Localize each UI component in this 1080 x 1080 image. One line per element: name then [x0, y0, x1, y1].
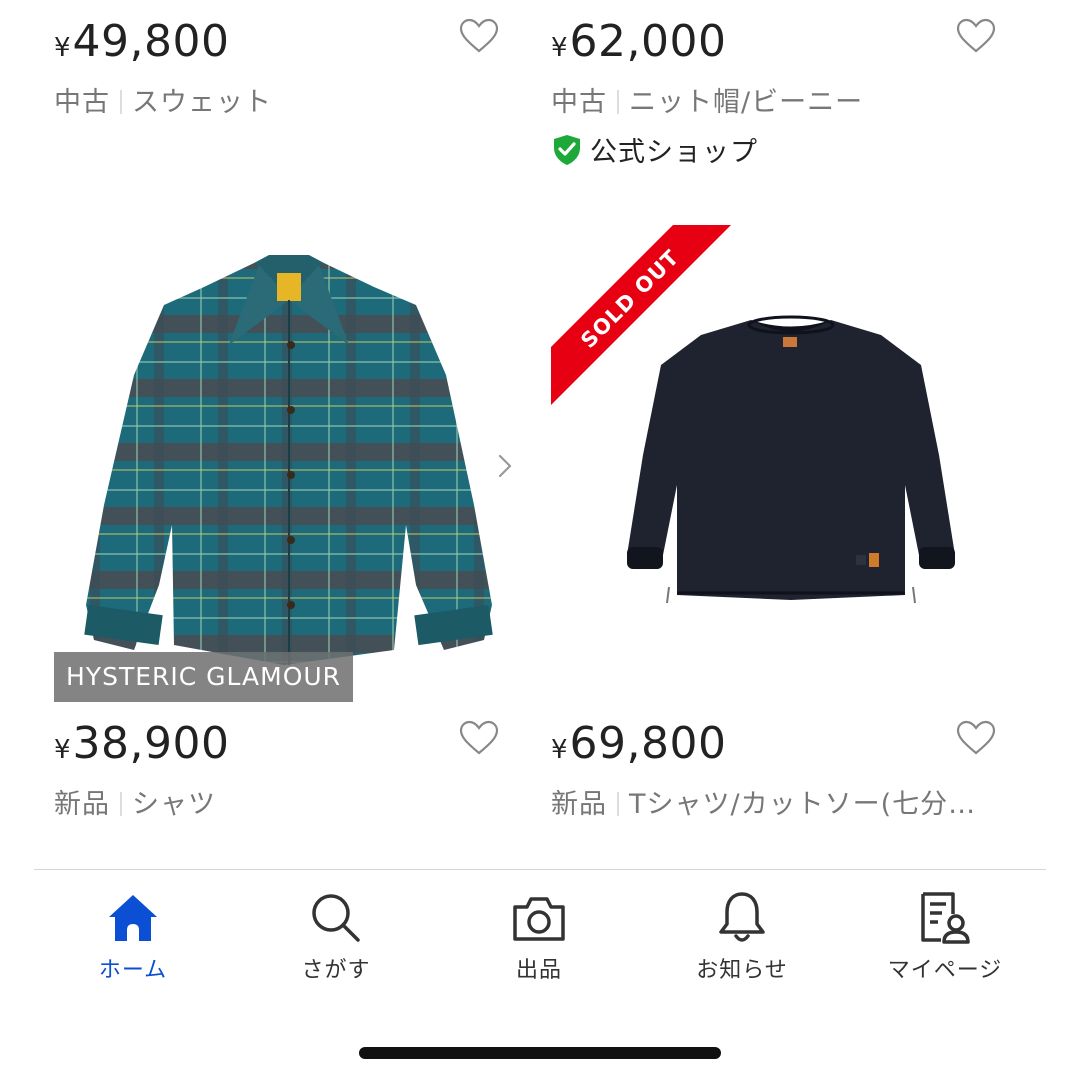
item-category: Tシャツ/カットソー(七分…	[629, 789, 977, 820]
shield-check-icon	[554, 134, 580, 165]
item-image[interactable]: SOLD OUT	[551, 225, 1031, 702]
profile-doc-icon	[915, 888, 975, 948]
price-value: 38,900	[72, 718, 230, 769]
favorite-heart-icon[interactable]	[459, 18, 499, 54]
item-condition: 中古	[551, 87, 607, 118]
tab-notifications[interactable]: お知らせ	[652, 888, 832, 988]
bell-icon	[712, 888, 772, 948]
price-value: 69,800	[569, 718, 727, 769]
search-icon	[306, 888, 366, 948]
favorite-heart-icon[interactable]	[459, 720, 499, 756]
tab-label: さがす	[301, 958, 371, 983]
item-condition: 中古	[54, 87, 110, 118]
tab-search[interactable]: さがす	[246, 888, 426, 988]
chevron-right-icon[interactable]	[495, 452, 515, 480]
item-condition: 新品	[551, 789, 607, 820]
meta-separator	[617, 792, 619, 816]
item-category: ニット帽/ビーニー	[629, 87, 864, 118]
item-category: シャツ	[132, 789, 216, 820]
item-meta: 中古 スウェット	[54, 80, 272, 119]
sold-out-ribbon	[551, 225, 731, 405]
tab-home[interactable]: ホーム	[43, 888, 223, 988]
tab-mypage[interactable]: マイページ	[855, 888, 1035, 988]
brand-tag: HYSTERIC GLAMOUR	[54, 652, 354, 702]
yen-symbol: ¥	[54, 33, 71, 63]
item-price: ¥ 69,800	[551, 718, 727, 769]
camera-icon	[509, 888, 569, 948]
tab-label: お知らせ	[696, 958, 788, 983]
official-shop-badge: 公式ショップ	[552, 130, 758, 169]
tab-bar-divider	[34, 869, 1046, 870]
home-indicator-bar[interactable]	[359, 1047, 721, 1059]
tab-label: マイページ	[887, 958, 1003, 983]
meta-separator	[120, 792, 122, 816]
item-price: ¥ 62,000	[551, 16, 727, 67]
item-category: スウェット	[132, 87, 272, 118]
item-meta: 新品 Tシャツ/カットソー(七分…	[551, 782, 1021, 821]
official-shop-label: 公式ショップ	[590, 137, 758, 168]
tab-sell[interactable]: 出品	[449, 888, 629, 988]
plaid-jacket-image	[84, 255, 493, 665]
yen-symbol: ¥	[54, 735, 71, 765]
yen-symbol: ¥	[551, 735, 568, 765]
price-value: 49,800	[72, 16, 230, 67]
item-condition: 新品	[54, 789, 110, 820]
yen-symbol: ¥	[551, 33, 568, 63]
item-image[interactable]	[54, 225, 524, 702]
favorite-heart-icon[interactable]	[956, 720, 996, 756]
meta-separator	[617, 90, 619, 114]
meta-separator	[120, 90, 122, 114]
tab-label: ホーム	[98, 958, 168, 983]
item-price: ¥ 38,900	[54, 718, 230, 769]
item-meta: 新品 シャツ	[54, 782, 216, 821]
item-price: ¥ 49,800	[54, 16, 230, 67]
item-meta: 中古 ニット帽/ビーニー	[551, 80, 863, 119]
price-value: 62,000	[569, 16, 727, 67]
home-icon	[103, 888, 163, 948]
tab-label: 出品	[515, 958, 562, 983]
favorite-heart-icon[interactable]	[956, 18, 996, 54]
